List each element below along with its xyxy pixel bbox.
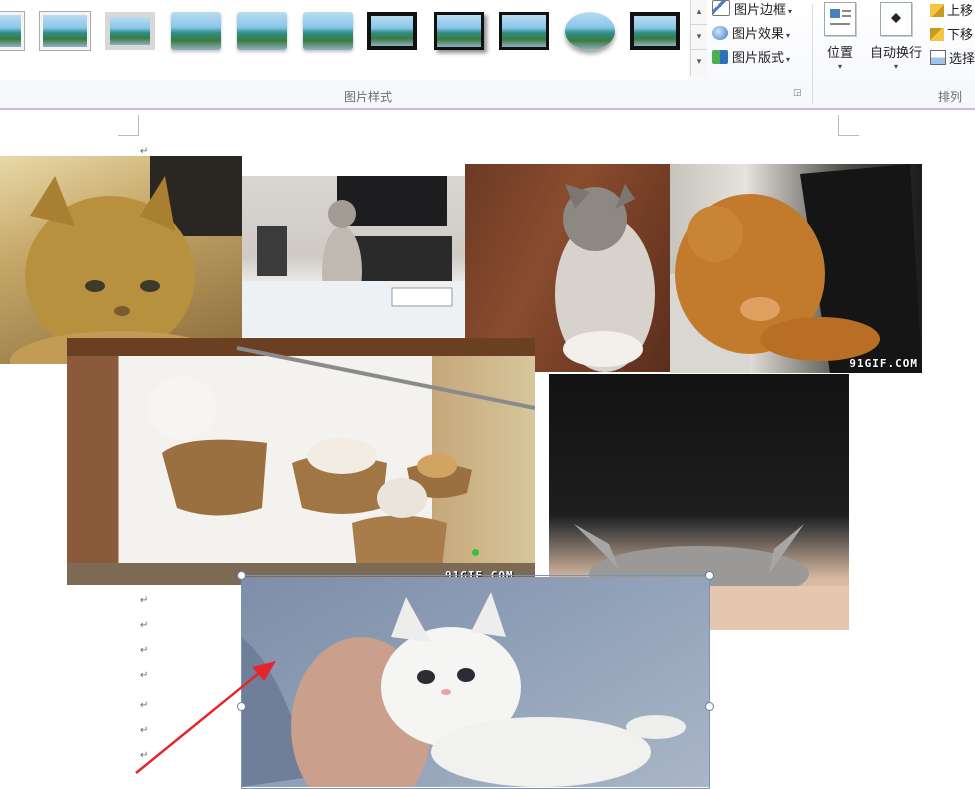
style-reflected[interactable] xyxy=(237,12,287,50)
picture-effects-icon xyxy=(712,26,728,40)
style-soft-rounded[interactable] xyxy=(303,12,353,50)
send-backward-icon xyxy=(930,28,944,41)
chevron-down-icon: ▾ xyxy=(786,55,791,64)
baskets-image xyxy=(67,338,535,585)
style-oval[interactable] xyxy=(565,12,615,50)
picture-border-label: 图片边框 xyxy=(734,3,787,18)
standing-cat-image xyxy=(242,176,470,337)
picture-effects-button[interactable]: 图片效果 ▾ xyxy=(712,24,790,46)
margin-corner-mark xyxy=(838,115,859,136)
style-simple-frame[interactable] xyxy=(0,11,25,51)
photo-ginger-cat[interactable]: 91GIF.COM xyxy=(670,164,922,373)
ribbon: ▴ ▾ ▾ 图片边框 ▾ 图片效果 ▾ 图片版式 ▾ 图片样式 ◲ 位置 ▾ 自动换行… xyxy=(0,0,975,110)
resize-handle-top-left[interactable] xyxy=(237,571,246,580)
style-thin-black[interactable] xyxy=(499,12,549,50)
resize-handle-top-right[interactable] xyxy=(705,571,714,580)
wrap-text-icon xyxy=(880,2,912,36)
picture-layout-button[interactable]: 图片版式 ▾ xyxy=(712,48,790,70)
gallery-more-button[interactable]: ▾ xyxy=(691,50,707,74)
bring-forward-icon xyxy=(930,4,944,17)
picture-styles-group-label: 图片样式 xyxy=(344,90,393,104)
wrap-text-button[interactable]: 自动换行 ▾ xyxy=(864,2,928,71)
document-area[interactable]: ↵ ↵ ↵ ↵ ↵ ↵ ↵ ↵ 91GIF.COM 91GIF.COM xyxy=(0,110,975,789)
photo-standing-cat[interactable] xyxy=(242,176,470,337)
position-icon xyxy=(824,2,856,36)
selection-pane-button[interactable]: 选择 xyxy=(930,48,975,72)
gallery-scroll-down-button[interactable]: ▾ xyxy=(691,25,707,50)
wrap-text-label: 自动换行 xyxy=(869,46,922,61)
picture-layout-icon xyxy=(712,50,728,64)
paragraph-mark: ↵ xyxy=(140,595,149,606)
send-backward-button[interactable]: 下移 xyxy=(930,24,973,48)
picture-border-icon xyxy=(712,0,730,16)
picture-effects-label: 图片效果 xyxy=(732,27,785,42)
watermark-91gif: 91GIF.COM xyxy=(849,357,918,370)
paragraph-mark: ↵ xyxy=(140,620,149,631)
style-frame-white[interactable] xyxy=(39,11,91,51)
dialog-launcher-icon[interactable]: ◲ xyxy=(793,88,802,98)
send-backward-label: 下移 xyxy=(947,28,974,43)
chevron-down-icon: ▾ xyxy=(837,62,842,71)
resize-handle-mid-right[interactable] xyxy=(705,702,714,711)
ginger-cat-image xyxy=(670,164,922,373)
chevron-down-icon: ▾ xyxy=(893,62,898,71)
position-button[interactable]: 位置 ▾ xyxy=(822,2,858,71)
bring-forward-label: 上移 xyxy=(947,4,974,19)
picture-layout-label: 图片版式 xyxy=(732,51,785,66)
gallery-scroll-up-button[interactable]: ▴ xyxy=(691,0,707,25)
style-black-matte[interactable] xyxy=(630,12,680,50)
photo-orange-kitten[interactable] xyxy=(0,156,242,364)
orange-kitten-image xyxy=(10,156,242,364)
picture-border-button[interactable]: 图片边框 ▾ xyxy=(712,0,792,22)
style-soft-edge[interactable] xyxy=(171,12,221,50)
selection-pane-icon xyxy=(930,50,946,65)
style-black-shadow[interactable] xyxy=(434,12,484,50)
bring-forward-button[interactable]: 上移 xyxy=(930,0,973,24)
chevron-down-icon: ▾ xyxy=(786,31,791,40)
annotation-arrow-icon xyxy=(135,661,276,774)
chevron-down-icon: ▾ xyxy=(788,7,793,16)
group-separator xyxy=(812,4,813,104)
photo-cats-in-baskets[interactable]: 91GIF.COM xyxy=(67,338,535,585)
margin-corner-mark xyxy=(118,115,139,136)
rotation-handle[interactable] xyxy=(472,549,479,556)
selection-pane-label: 选择 xyxy=(949,52,975,67)
arrange-group-label: 排列 xyxy=(938,90,963,104)
position-label: 位置 xyxy=(826,46,853,61)
selection-frame xyxy=(241,575,710,789)
picture-styles-gallery xyxy=(0,0,688,80)
gallery-scrollbar: ▴ ▾ ▾ xyxy=(690,0,707,76)
style-frame-gray[interactable] xyxy=(105,12,155,50)
style-thick-black[interactable] xyxy=(367,12,417,50)
